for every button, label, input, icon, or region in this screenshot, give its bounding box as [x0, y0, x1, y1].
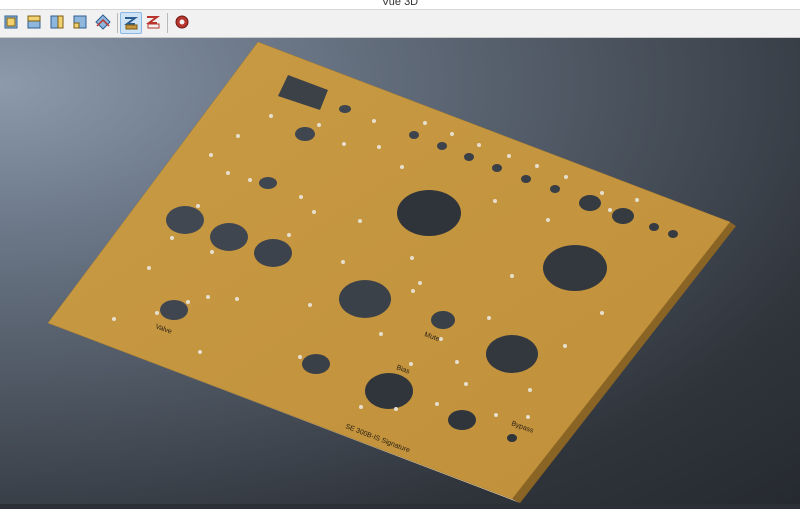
view-top-icon [27, 15, 41, 29]
panel-scene: Valve Mute Bias Bypass SE 300B-IS Signat… [47, 41, 736, 503]
window-title: Vue 3D [381, 0, 419, 8]
window-titlebar: Vue 3D [0, 0, 800, 10]
render-wire-icon [146, 16, 160, 29]
settings-gear-icon [175, 15, 189, 29]
view-right-button[interactable] [47, 12, 67, 32]
view-iso-icon [73, 15, 87, 29]
view-top-button[interactable] [24, 12, 44, 32]
view-eye-button[interactable] [93, 12, 113, 32]
3d-viewport[interactable]: Valve Mute Bias Bypass SE 300B-IS Signat… [0, 38, 800, 504]
view-iso-button[interactable] [70, 12, 90, 32]
render-wire-button[interactable] [143, 12, 163, 32]
render-shaded-icon [124, 17, 138, 30]
view-front-icon [4, 15, 18, 29]
render-shaded-button[interactable] [120, 12, 142, 34]
settings-button[interactable] [172, 12, 192, 32]
view-right-icon [50, 15, 64, 29]
toolbar [0, 10, 800, 38]
chassis-panel[interactable] [47, 41, 731, 500]
view-eye-icon [95, 14, 111, 30]
view-front-button[interactable] [1, 12, 21, 32]
toolbar-separator [117, 13, 118, 33]
toolbar-separator [167, 13, 168, 33]
